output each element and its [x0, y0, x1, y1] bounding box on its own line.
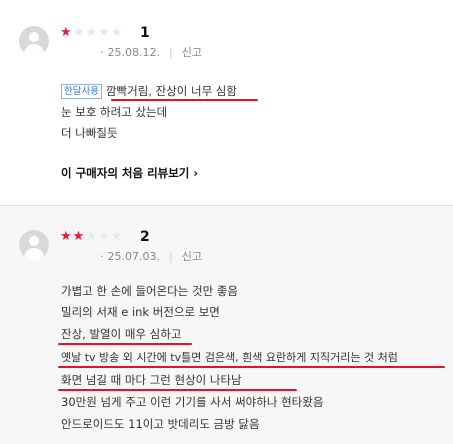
review-text-line: 잔상, 발열이 매우 심하고 — [61, 327, 182, 341]
review-text-line: 가볍고 한 손에 들어온다는 것만 좋음 — [61, 284, 238, 298]
review-item: ★ ★ ★ ★ ★ 1 · 25.08.12. | 신고 한달사용 깜빡거림, 잔… — [0, 0, 453, 205]
highlight-underline — [58, 366, 445, 368]
review-date: 25.08.12. — [107, 46, 160, 59]
review-meta: · 25.08.12. | 신고 — [100, 46, 202, 59]
review-text-line: 눈 보호 하려고 샀는데 — [61, 105, 168, 119]
review-text-line: 안드로이드도 11이고 밧데리도 금방 닳음 — [61, 417, 260, 431]
review-text-line: 30만원 넘게 주고 이런 기기를 사서 써야하나 현타왔음 — [61, 395, 324, 409]
star-rating: ★ ★ ★ ★ ★ — [60, 230, 122, 243]
report-link[interactable]: 신고 — [182, 251, 202, 262]
review-text-line: 더 나빠질듯 — [61, 126, 118, 140]
rating-value: 1 — [140, 25, 150, 41]
star-icon: ★ — [97, 25, 110, 40]
highlight-underline — [58, 343, 192, 345]
review-item: ★ ★ ★ ★ ★ 2 · 25.07.03. | 신고 가볍고 한 손에 들어… — [0, 206, 453, 444]
review-headline: 한달사용 깜빡거림, 잔상이 너무 심함 — [61, 84, 237, 99]
star-icon: ★ — [72, 25, 85, 40]
star-icon: ★ — [85, 25, 97, 40]
star-icon: ★ — [110, 25, 123, 40]
star-icon: ★ — [97, 229, 110, 244]
report-link[interactable]: 신고 — [182, 47, 202, 58]
rating-value: 2 — [140, 229, 150, 245]
star-icon: ★ — [110, 229, 123, 244]
first-review-label: 이 구매자의 처음 리뷰보기 — [61, 166, 190, 180]
review-date: 25.07.03. — [107, 250, 160, 263]
chevron-right-icon: › — [193, 166, 199, 180]
default-avatar-icon — [19, 230, 49, 260]
default-avatar-icon — [19, 26, 49, 56]
star-icon: ★ — [72, 229, 85, 244]
star-icon: ★ — [60, 229, 72, 244]
option-tag: 한달사용 — [61, 84, 102, 99]
star-rating: ★ ★ ★ ★ ★ — [60, 26, 122, 39]
review-text-line: 화면 넘길 때 마다 그런 현상이 나타남 — [61, 373, 242, 387]
star-icon: ★ — [85, 229, 97, 244]
headline-text: 깜빡거림, 잔상이 너무 심함 — [105, 84, 237, 98]
review-meta: · 25.07.03. | 신고 — [100, 250, 202, 263]
review-text-line: 옛날 tv 방송 외 시간에 tv틀면 검은색, 흰색 요란하게 지직거리는 것… — [61, 351, 398, 364]
highlight-underline — [111, 99, 258, 101]
first-review-link[interactable]: 이 구매자의 처음 리뷰보기 › — [61, 165, 198, 181]
highlight-underline — [58, 389, 297, 391]
star-icon: ★ — [60, 25, 72, 40]
review-text-line: 밀리의 서재 e ink 버전으로 보면 — [61, 305, 220, 319]
